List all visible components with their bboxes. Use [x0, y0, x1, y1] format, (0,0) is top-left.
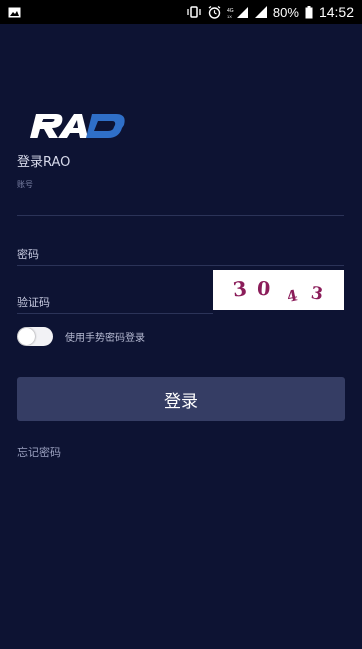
forgot-password-link[interactable]: 忘记密码 — [17, 444, 61, 460]
image-icon — [8, 7, 21, 18]
svg-text:3: 3 — [232, 276, 248, 301]
gesture-login-toggle[interactable] — [17, 327, 53, 346]
password-field — [17, 240, 344, 266]
gesture-login-label: 使用手势密码登录 — [65, 333, 145, 344]
svg-text:1X: 1X — [227, 14, 232, 19]
signal-4g-icon: 4G 1X — [227, 6, 249, 19]
gesture-login-row: 使用手势密码登录 — [17, 327, 145, 346]
svg-text:3: 3 — [310, 283, 325, 304]
login-button[interactable]: 登录 — [17, 377, 345, 421]
toggle-knob — [18, 328, 35, 345]
clock: 14:52 — [318, 4, 354, 20]
captcha-field — [17, 288, 213, 314]
account-label: 账号 — [17, 180, 33, 189]
captcha-input[interactable] — [17, 292, 213, 312]
battery-percent: 80% — [272, 4, 299, 20]
battery-icon — [305, 5, 313, 19]
account-input[interactable] — [17, 194, 344, 214]
vibrate-icon — [186, 6, 202, 18]
account-field: 账号 — [17, 176, 344, 216]
login-screen: 4G 1X 80% 14:52 登录RAO 账号 验证码 3 0 4 3 使用手… — [0, 0, 362, 649]
status-bar: 4G 1X 80% 14:52 — [0, 0, 362, 24]
signal-icon — [254, 6, 267, 18]
rao-logo — [28, 110, 128, 140]
svg-text:0: 0 — [256, 278, 271, 301]
svg-text:4: 4 — [285, 286, 299, 306]
password-input[interactable] — [17, 244, 344, 264]
alarm-icon — [208, 5, 221, 19]
captcha-image[interactable]: 3 0 4 3 — [213, 270, 344, 310]
login-title: 登录RAO — [17, 155, 71, 170]
